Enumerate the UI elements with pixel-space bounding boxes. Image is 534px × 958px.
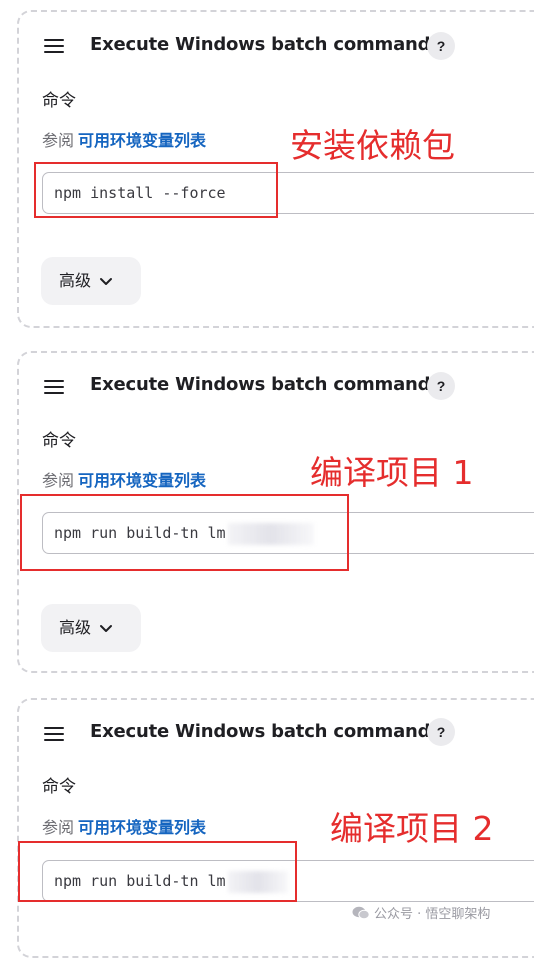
menu-icon[interactable] <box>44 39 64 53</box>
command-label: 命令 <box>42 431 76 451</box>
env-vars-line: 参阅 可用环境变量列表 <box>42 814 206 838</box>
command-label: 命令 <box>42 777 76 797</box>
step-title: Execute Windows batch command <box>90 374 431 395</box>
annotation-label: 编译项目 2 <box>330 809 494 848</box>
env-vars-link[interactable]: 可用环境变量列表 <box>78 131 206 150</box>
menu-icon[interactable] <box>44 727 64 741</box>
command-label: 命令 <box>42 91 76 111</box>
watermark: 公众号 · 悟空聊架构 <box>352 903 490 924</box>
wechat-icon <box>352 906 370 924</box>
step-title: Execute Windows batch command <box>90 34 431 55</box>
env-vars-prefix: 参阅 <box>42 818 75 837</box>
chevron-down-icon <box>99 605 113 653</box>
advanced-label: 高级 <box>59 618 92 637</box>
highlight-box <box>18 841 297 902</box>
annotation-label: 安装依赖包 <box>290 126 455 165</box>
env-vars-prefix: 参阅 <box>42 471 75 490</box>
env-vars-link[interactable]: 可用环境变量列表 <box>78 471 206 490</box>
advanced-label: 高级 <box>59 271 92 290</box>
help-icon[interactable]: ? <box>427 372 455 400</box>
annotation-label: 编译项目 1 <box>310 453 474 492</box>
advanced-button[interactable]: 高级 <box>41 604 141 652</box>
env-vars-line: 参阅 可用环境变量列表 <box>42 467 206 491</box>
step-title: Execute Windows batch command <box>90 721 431 742</box>
env-vars-link[interactable]: 可用环境变量列表 <box>78 818 206 837</box>
help-icon[interactable]: ? <box>427 32 455 60</box>
highlight-box <box>20 494 349 571</box>
env-vars-line: 参阅 可用环境变量列表 <box>42 127 206 151</box>
help-icon[interactable]: ? <box>427 718 455 746</box>
highlight-box <box>34 162 278 218</box>
env-vars-prefix: 参阅 <box>42 131 75 150</box>
advanced-button[interactable]: 高级 <box>41 257 141 305</box>
watermark-text: 公众号 · 悟空聊架构 <box>374 907 491 922</box>
chevron-down-icon <box>99 258 113 306</box>
menu-icon[interactable] <box>44 380 64 394</box>
